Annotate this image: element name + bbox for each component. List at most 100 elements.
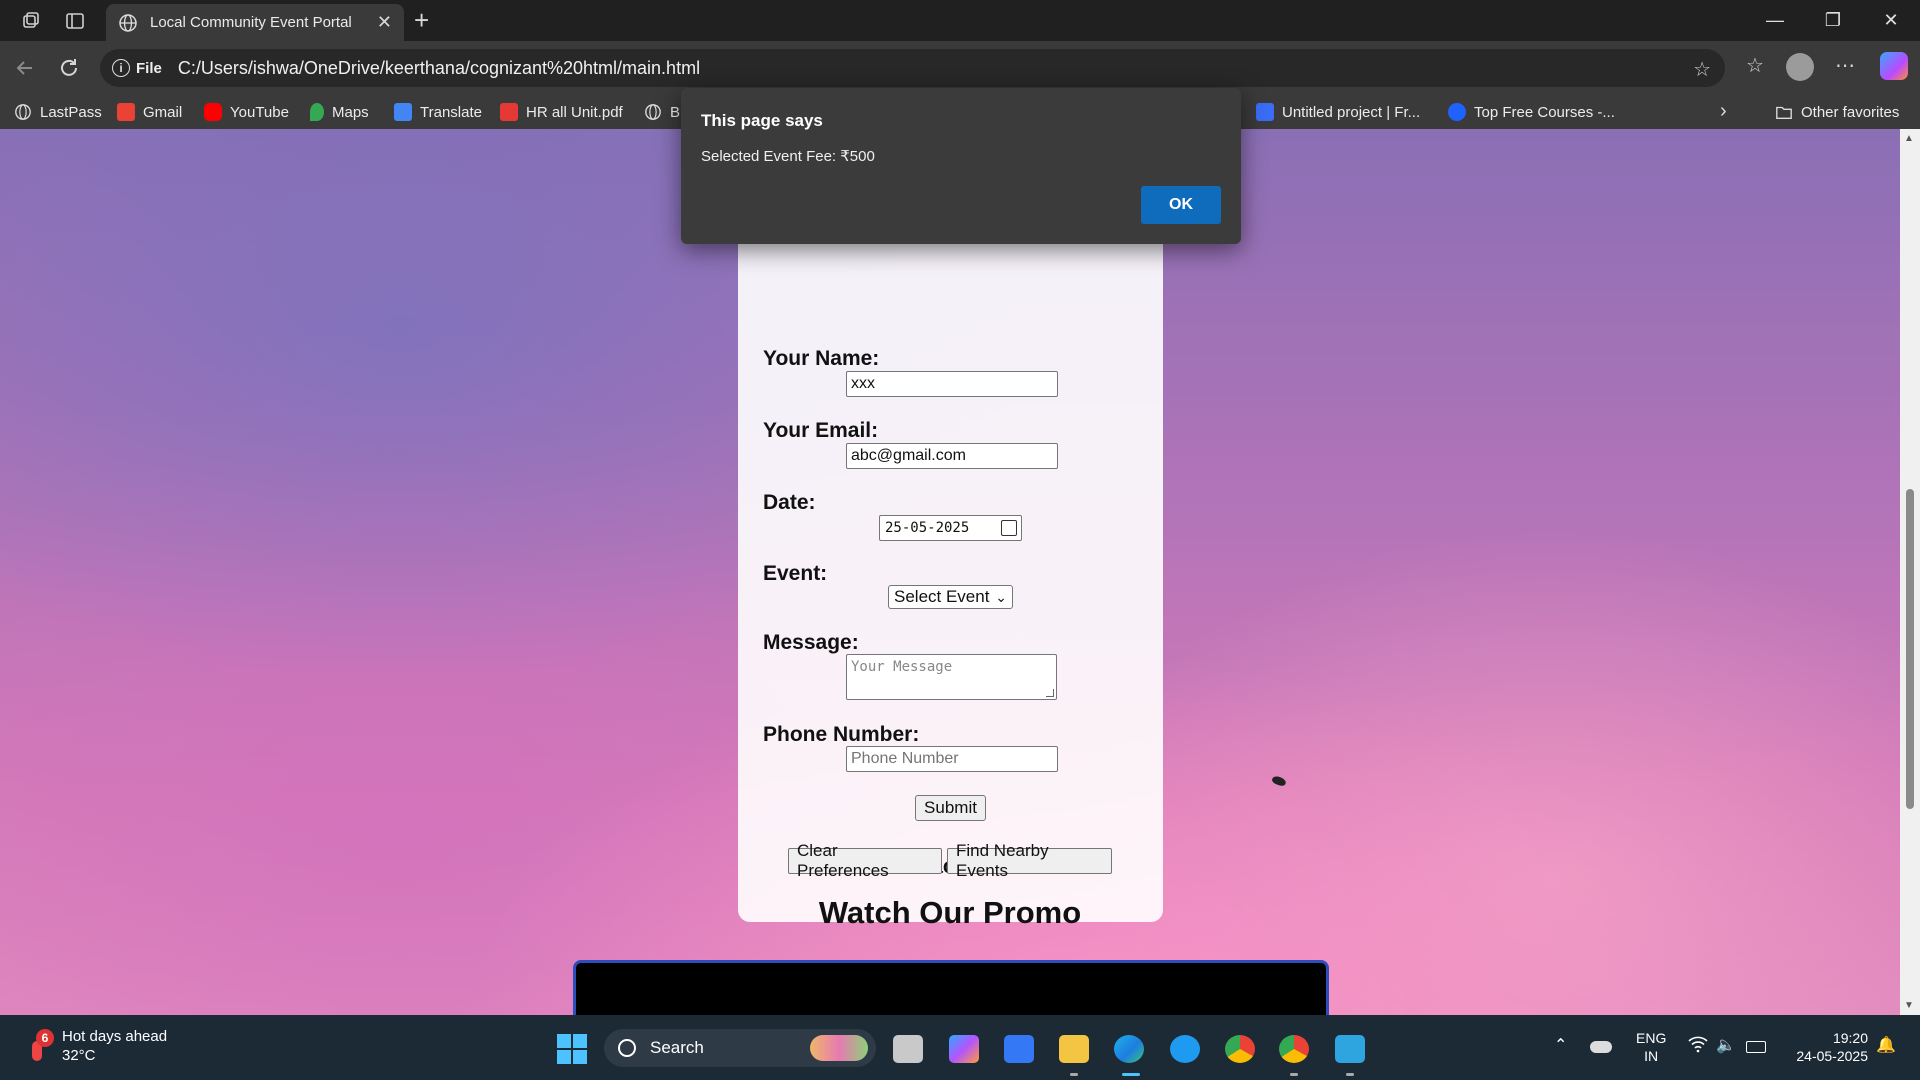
info-icon[interactable]: i <box>112 59 130 77</box>
browser-tab-bar: Local Community Event Portal ✕ + — ❐ ✕ <box>0 0 1920 41</box>
minimize-icon[interactable]: — <box>1760 6 1790 34</box>
back-icon[interactable] <box>10 53 40 83</box>
python-app-icon[interactable] <box>1170 1035 1200 1063</box>
notifications-icon[interactable]: 🔔 <box>1876 1035 1896 1055</box>
dialog-ok-button[interactable]: OK <box>1141 186 1221 224</box>
task-view-icon[interactable] <box>893 1035 923 1063</box>
bookmark-youtube[interactable]: YouTube <box>204 101 289 123</box>
calendar-icon[interactable] <box>1001 520 1017 536</box>
chrome-icon[interactable] <box>1225 1035 1255 1063</box>
other-favorites-label: Other favorites <box>1801 103 1900 121</box>
copilot-app-icon[interactable] <box>949 1035 979 1063</box>
refresh-icon[interactable] <box>54 53 84 83</box>
scrollbar-thumb[interactable] <box>1906 489 1914 809</box>
other-favorites[interactable]: Other favorites <box>1775 101 1899 123</box>
taskbar-search[interactable]: Search <box>604 1029 876 1067</box>
system-clock[interactable]: 19:20 24-05-2025 <box>1786 1029 1868 1065</box>
course-icon <box>1448 103 1466 121</box>
wifi-icon[interactable] <box>1688 1035 1708 1058</box>
globe-icon <box>119 13 137 32</box>
bookmark-label: LastPass <box>40 103 102 121</box>
windows-taskbar: 6 Hot days ahead 32°C Search ⌃ ENG IN 🔈 … <box>0 1015 1920 1080</box>
weather-badge: 6 <box>36 1029 54 1047</box>
tab-title: Local Community Event Portal <box>150 14 352 31</box>
search-icon <box>618 1039 636 1057</box>
bookmark-label: B <box>670 103 681 121</box>
url-text: C:/Users/ishwa/OneDrive/keerthana/cogniz… <box>177 57 701 78</box>
bookmark-maps[interactable]: Maps <box>310 101 369 123</box>
submit-button[interactable]: Submit <box>915 795 986 821</box>
bookmark-pdf[interactable]: HR all Unit.pdf <box>500 101 623 123</box>
maps-icon <box>310 103 324 121</box>
workspaces-icon[interactable] <box>18 8 44 34</box>
volume-icon[interactable]: 🔈 <box>1716 1035 1736 1055</box>
email-input[interactable] <box>846 443 1058 469</box>
message-label: Message: <box>763 631 859 654</box>
globe-icon <box>15 104 31 120</box>
scroll-down-icon[interactable]: ▼ <box>1904 1000 1914 1011</box>
bookmark-label: YouTube <box>230 103 289 121</box>
clear-preferences-button[interactable]: Clear Preferences <box>788 841 942 880</box>
bookmark-gmail[interactable]: Gmail <box>117 101 182 123</box>
onedrive-icon[interactable] <box>1590 1041 1612 1053</box>
weather-title: Hot days ahead <box>62 1028 168 1045</box>
dialog-message: Selected Event Fee: ₹500 <box>701 148 875 165</box>
message-textarea[interactable]: Your Message <box>846 654 1057 700</box>
restore-icon[interactable]: ❐ <box>1818 6 1848 34</box>
name-label: Your Name: <box>763 347 880 370</box>
name-input[interactable] <box>846 371 1058 397</box>
favorite-star-icon[interactable]: ☆ <box>1693 57 1711 82</box>
phone-input[interactable] <box>846 746 1058 772</box>
message-placeholder: Your Message <box>851 659 953 675</box>
weather-widget[interactable]: 6 Hot days ahead 32°C <box>24 1027 167 1065</box>
event-select[interactable]: Select Event ⌄ <box>888 585 1013 609</box>
edge-active-indicator <box>1122 1073 1140 1076</box>
file-explorer-icon[interactable] <box>1059 1035 1089 1063</box>
bookmark-label: Translate <box>420 103 482 121</box>
page-scrollbar[interactable]: ▲ ▼ <box>1900 129 1920 1015</box>
chevron-right-icon[interactable]: › <box>1720 100 1727 123</box>
chrome-profile-icon[interactable] <box>1279 1035 1309 1063</box>
pdf-icon <box>500 103 518 121</box>
promo-heading: Watch Our Promo <box>818 895 1082 930</box>
dialog-title: This page says <box>701 111 823 130</box>
date-input[interactable]: 25-05-2025 <box>879 515 1022 541</box>
bookmark-top-free-courses[interactable]: Top Free Courses -... <box>1448 101 1615 123</box>
bookmark-label: Gmail <box>143 103 183 121</box>
find-nearby-events-button[interactable]: Find Nearby Events <box>947 841 1112 880</box>
url-scheme-chip: File <box>136 59 162 77</box>
promo-video[interactable] <box>573 960 1329 1015</box>
scroll-up-icon[interactable]: ▲ <box>1904 133 1914 144</box>
chrome-indicator <box>1290 1073 1298 1076</box>
date-label: Date: <box>763 491 816 514</box>
copilot-icon[interactable] <box>1880 52 1908 80</box>
phone-label: Phone Number: <box>763 723 920 746</box>
bookmark-b[interactable]: B <box>644 101 680 123</box>
bookmark-lastpass[interactable]: LastPass <box>14 101 102 123</box>
close-tab-icon[interactable]: ✕ <box>377 12 392 33</box>
address-bar[interactable]: i File C:/Users/ishwa/OneDrive/keerthana… <box>100 49 1725 87</box>
resize-grip-icon[interactable] <box>1046 689 1054 697</box>
date-value: 25-05-2025 <box>885 520 970 536</box>
bookmark-label: Top Free Courses -... <box>1474 103 1615 121</box>
language-indicator[interactable]: ENG IN <box>1636 1029 1666 1065</box>
notepad-icon[interactable] <box>1335 1035 1365 1063</box>
microsoft-store-icon[interactable] <box>1004 1035 1034 1063</box>
browser-tab-active[interactable]: Local Community Event Portal ✕ <box>106 4 404 41</box>
edge-browser-icon[interactable] <box>1114 1035 1144 1063</box>
bookmark-untitled-project[interactable]: Untitled project | Fr... <box>1256 101 1420 123</box>
youtube-icon <box>204 103 222 121</box>
new-tab-icon[interactable]: + <box>414 6 429 34</box>
more-options-icon[interactable]: ⋯ <box>1830 53 1860 78</box>
tab-actions-icon[interactable] <box>62 8 88 34</box>
chevron-up-icon[interactable]: ⌃ <box>1554 1035 1567 1055</box>
battery-icon[interactable] <box>1746 1041 1766 1053</box>
notepad-indicator <box>1346 1073 1354 1076</box>
profile-avatar-icon[interactable] <box>1786 53 1814 81</box>
bookmark-translate[interactable]: Translate <box>394 101 482 123</box>
alert-dialog: This page says Selected Event Fee: ₹500 … <box>681 88 1241 244</box>
windows-start-icon[interactable] <box>557 1034 587 1064</box>
favorites-icon[interactable]: ☆ <box>1740 53 1770 78</box>
close-window-icon[interactable]: ✕ <box>1876 6 1906 34</box>
bookmark-label: Untitled project | Fr... <box>1282 103 1421 121</box>
